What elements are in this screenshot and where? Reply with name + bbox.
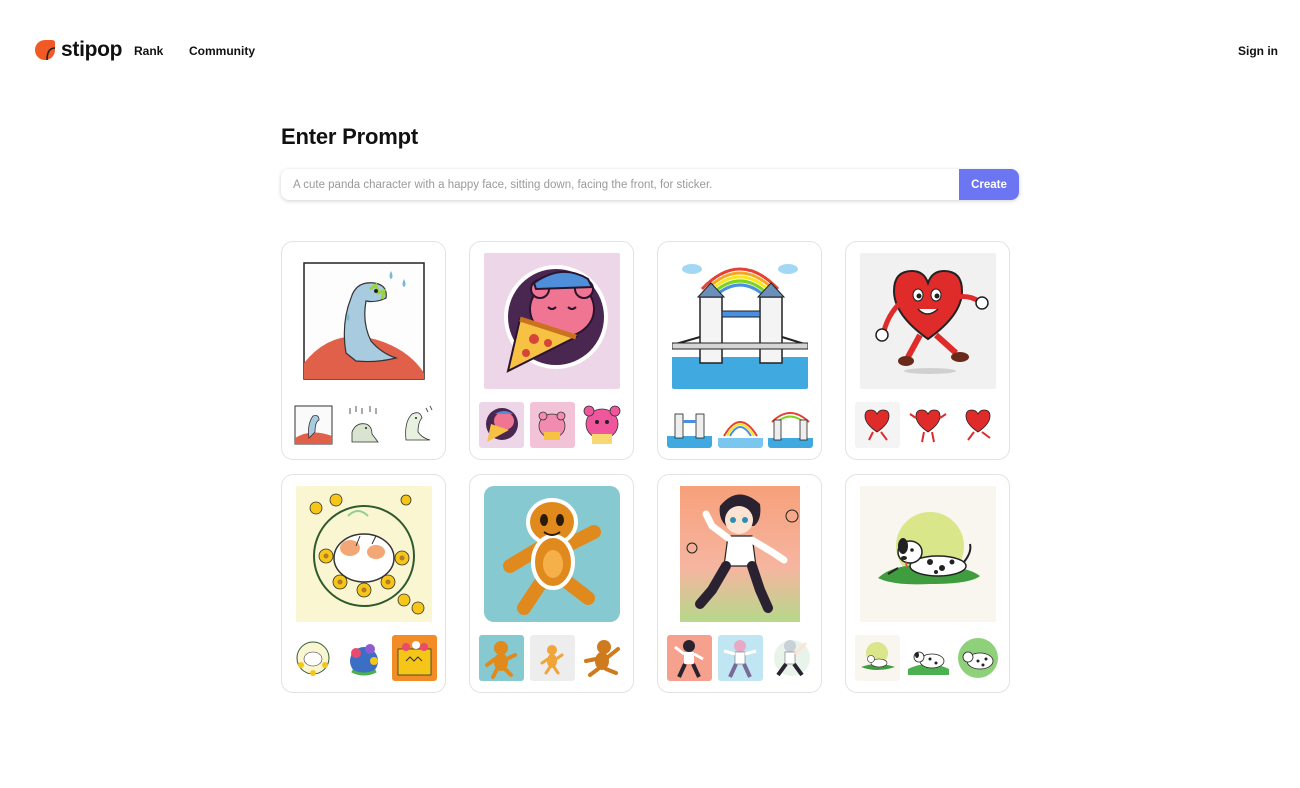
sticker-card-dalmatian[interactable] — [845, 474, 1010, 693]
thumbnail-row — [667, 635, 813, 681]
brand-name: stipop — [61, 38, 123, 61]
dinosaur-sketch-thumb[interactable] — [392, 402, 437, 448]
sticker-card-tower-bridge[interactable] — [657, 241, 822, 460]
bear-pizza-thumb[interactable] — [479, 402, 524, 448]
dancer-blue-thumb[interactable] — [717, 635, 763, 681]
bridge-thumb[interactable] — [667, 402, 712, 448]
page-title: Enter Prompt — [281, 124, 418, 149]
gingerbread-teal-thumb[interactable] — [479, 635, 524, 681]
thumbnail-row — [479, 635, 625, 681]
dalmatian-sun-thumb[interactable] — [855, 635, 900, 681]
sticker-card-gingerbread[interactable] — [469, 474, 634, 693]
rainbow-arch-thumb[interactable] — [717, 402, 763, 448]
heart-character-sticker-image — [860, 253, 996, 389]
prompt-bar: Create — [281, 169, 1019, 200]
bear-pizza-sticker-image — [484, 253, 620, 389]
thumbnail-row — [855, 402, 1001, 448]
dalmatian-grass-thumb[interactable] — [905, 635, 951, 681]
thumbnail-row — [667, 402, 813, 448]
dalmatian-sticker-image — [860, 486, 996, 622]
flower-cat-thumb[interactable] — [291, 635, 336, 681]
thumbnail-row — [855, 635, 1001, 681]
sticker-card-heart[interactable] — [845, 241, 1010, 460]
dinosaur-thumb[interactable] — [291, 402, 336, 448]
nav-community-link[interactable]: Community — [189, 44, 255, 58]
sign-in-link[interactable]: Sign in — [1238, 44, 1278, 58]
pink-bear-cake-thumb[interactable] — [580, 402, 625, 448]
top-header: stipop Rank Community Sign in — [0, 0, 1300, 100]
thumbnail-row — [479, 402, 625, 448]
tower-bridge-sticker-image — [672, 253, 808, 389]
sticker-gallery — [281, 241, 1011, 693]
create-button[interactable]: Create — [959, 169, 1019, 200]
thumbnail-row — [291, 635, 437, 681]
sticker-card-bear-pizza[interactable] — [469, 241, 634, 460]
heart-dance-thumb[interactable] — [905, 402, 951, 448]
heart-walk-thumb[interactable] — [855, 402, 900, 448]
stipop-logo-icon — [35, 40, 56, 61]
sticker-card-flower-cat[interactable] — [281, 474, 446, 693]
brand-logo[interactable]: stipop — [34, 38, 123, 62]
dinosaur-rain-thumb[interactable] — [341, 402, 387, 448]
thumbnail-row — [291, 402, 437, 448]
bridge-rainbow-thumb[interactable] — [768, 402, 813, 448]
dancer-sticker-image — [672, 486, 808, 622]
nav-rank-link[interactable]: Rank — [134, 44, 163, 58]
prompt-input[interactable] — [281, 169, 959, 200]
flower-box-thumb[interactable] — [392, 635, 437, 681]
dancer-red-thumb[interactable] — [667, 635, 712, 681]
pink-bear-thumb[interactable] — [529, 402, 575, 448]
flower-cat-sticker-image — [296, 486, 432, 622]
sticker-card-dinosaur[interactable] — [281, 241, 446, 460]
dalmatian-green-thumb[interactable] — [956, 635, 1001, 681]
flower-planet-thumb[interactable] — [341, 635, 387, 681]
heart-run-thumb[interactable] — [956, 402, 1001, 448]
gingerbread-small-thumb[interactable] — [529, 635, 575, 681]
gingerbread-sticker-image — [484, 486, 620, 622]
gingerbread-run-thumb[interactable] — [580, 635, 625, 681]
dinosaur-sticker-image — [296, 253, 432, 389]
dancer-white-thumb[interactable] — [768, 635, 813, 681]
sticker-card-dancer[interactable] — [657, 474, 822, 693]
